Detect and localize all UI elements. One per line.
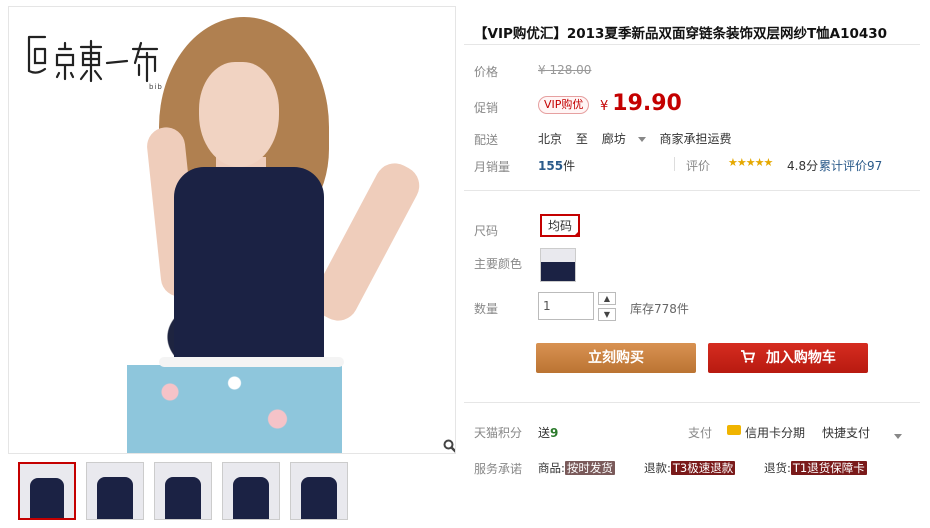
ship-to: 廊坊 xyxy=(601,132,626,146)
quick-pay-link[interactable]: 快捷支付 xyxy=(822,424,870,441)
ship-from: 北京 xyxy=(538,132,563,146)
promo-label: 促销 xyxy=(474,101,499,115)
model-shirt xyxy=(174,167,324,387)
chevron-down-icon xyxy=(637,137,646,142)
divider xyxy=(464,190,920,191)
model-pants xyxy=(127,365,342,453)
product-title: 【VIP购优汇】2013夏季新品双面穿链条装饰双层网纱T恤A10430 xyxy=(474,26,888,42)
points-info: 送9 xyxy=(538,424,558,441)
return-guarantee-badge: T1退货保障卡 xyxy=(790,461,867,475)
rating-label: 评价 xyxy=(686,159,711,173)
model-belt xyxy=(159,357,344,367)
thumbnail-5[interactable] xyxy=(290,462,348,520)
thumbnail-1[interactable] xyxy=(18,462,76,520)
magnifier-icon[interactable] xyxy=(443,439,455,453)
currency-symbol: ¥ xyxy=(600,99,609,114)
vip-badge: VIP购优 xyxy=(538,96,590,114)
ship-to-select[interactable]: 廊坊 xyxy=(602,132,646,146)
quantity-input[interactable] xyxy=(538,292,594,320)
color-swatch[interactable] xyxy=(540,248,576,282)
brand-logo-graphic: bib xyxy=(27,35,163,91)
brand-logo: bib xyxy=(23,19,163,98)
sales-label: 月销量 xyxy=(474,160,511,174)
ship-to-word: 至 xyxy=(575,132,588,146)
model-arm-right xyxy=(306,156,427,328)
service-refund: 退款: T3极速退款 xyxy=(644,461,736,475)
price-label: 价格 xyxy=(474,65,499,79)
divider xyxy=(464,44,920,45)
divider xyxy=(674,157,675,171)
original-price: ¥ 128.00 xyxy=(538,63,592,77)
add-to-cart-button[interactable]: 加入购物车 xyxy=(708,343,868,373)
quantity-increase-button[interactable]: ▲ xyxy=(598,292,616,305)
ontime-ship-badge: 按时发货 xyxy=(564,461,615,475)
thumbnail-3[interactable] xyxy=(154,462,212,520)
fast-refund-badge: T3极速退款 xyxy=(670,461,736,475)
thumbnail-strip xyxy=(18,462,348,520)
divider xyxy=(464,402,920,403)
credit-card-icon xyxy=(727,425,741,435)
thumbnail-2[interactable] xyxy=(86,462,144,520)
svg-text:bib: bib xyxy=(149,83,163,91)
size-label: 尺码 xyxy=(474,224,499,238)
credit-installment-link[interactable]: 信用卡分期 xyxy=(745,424,805,441)
rating-score: 4.8分 xyxy=(787,159,819,173)
sales-unit: 件 xyxy=(563,159,576,173)
size-option-selected[interactable]: 均码 xyxy=(540,214,581,237)
model-face xyxy=(199,62,279,167)
monthly-sales: 155件 xyxy=(538,157,575,174)
points-label: 天猫积分 xyxy=(474,426,523,440)
buy-now-button[interactable]: 立刻购买 xyxy=(536,343,696,373)
points-prefix: 送 xyxy=(538,426,551,440)
sales-count: 155 xyxy=(538,159,564,173)
service-return: 退货: T1退货保障卡 xyxy=(764,461,867,475)
cart-icon xyxy=(740,350,760,366)
buy-now-label: 立刻购买 xyxy=(588,350,644,366)
add-to-cart-label: 加入购物车 xyxy=(765,350,836,366)
ship-fee: 商家承担运费 xyxy=(659,132,732,146)
promo-price-value: 19.90 xyxy=(612,91,682,116)
service-goods: 商品: 按时发货 xyxy=(538,461,615,475)
quantity-decrease-button[interactable]: ▼ xyxy=(598,308,616,321)
stock-text: 库存778件 xyxy=(630,302,689,316)
color-label: 主要颜色 xyxy=(474,257,523,271)
review-count-link[interactable]: 累计评价97 xyxy=(819,157,882,174)
main-product-image[interactable]: bib xyxy=(8,6,456,454)
ship-label: 配送 xyxy=(474,133,499,147)
shipping-info: 北京 至 廊坊 商家承担运费 xyxy=(538,130,742,147)
points-value: 9 xyxy=(550,426,559,440)
service-label: 服务承诺 xyxy=(474,462,523,476)
payment-label: 支付 xyxy=(688,426,713,440)
rating-stars-icon: ★★★★★ xyxy=(728,156,773,169)
quantity-label: 数量 xyxy=(474,302,499,316)
thumbnail-4[interactable] xyxy=(222,462,280,520)
promo-price: ¥19.90 xyxy=(600,91,682,116)
chevron-down-icon[interactable] xyxy=(892,429,902,443)
